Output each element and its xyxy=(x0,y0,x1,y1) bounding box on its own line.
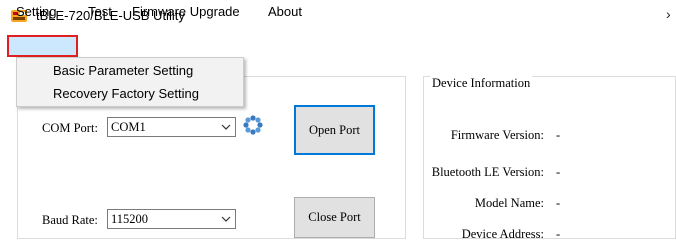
menu-firmware-upgrade[interactable]: Firmware Upgrade xyxy=(132,3,240,21)
setting-dropdown-menu: Basic Parameter Setting Recovery Factory… xyxy=(16,57,244,107)
open-port-label: Open Port xyxy=(308,122,361,137)
com-port-label: COM Port: xyxy=(42,121,98,135)
device-information-panel xyxy=(423,76,676,239)
refresh-icon[interactable] xyxy=(241,113,265,137)
baud-rate-label: Baud Rate: xyxy=(42,213,98,227)
chevron-down-icon xyxy=(221,124,231,130)
device-address-value: - xyxy=(556,227,561,241)
baud-rate-select[interactable]: 115200 xyxy=(107,209,236,229)
bluetooth-le-version-value: - xyxy=(556,165,561,179)
bluetooth-le-version-label: Bluetooth LE Version: xyxy=(431,165,544,179)
device-address-label: Device Address: xyxy=(461,227,544,241)
menu-setting[interactable]: Setting xyxy=(16,3,56,21)
menu-test[interactable]: Test xyxy=(88,3,112,21)
menu-about[interactable]: About xyxy=(268,3,302,21)
chevron-down-icon xyxy=(221,216,231,222)
setting-menu-highlight xyxy=(7,35,78,57)
firmware-version-label: Firmware Version: xyxy=(450,128,544,142)
menu-bar xyxy=(0,34,676,58)
title-bar-chevron-icon[interactable]: › xyxy=(666,6,671,22)
close-port-button[interactable]: Close Port xyxy=(294,197,375,238)
device-information-title: Device Information xyxy=(430,76,533,91)
baud-rate-value: 115200 xyxy=(111,212,149,226)
firmware-version-value: - xyxy=(556,128,561,142)
com-port-value: COM1 xyxy=(111,120,146,134)
close-port-label: Close Port xyxy=(308,210,361,224)
model-name-value: - xyxy=(556,196,561,210)
menu-item-recovery-factory-setting[interactable]: Recovery Factory Setting xyxy=(53,83,199,105)
com-port-select[interactable]: COM1 xyxy=(107,117,236,137)
open-port-button[interactable]: Open Port xyxy=(294,105,375,155)
model-name-label: Model Name: xyxy=(474,196,544,210)
menu-item-basic-parameter-setting[interactable]: Basic Parameter Setting xyxy=(53,60,193,82)
